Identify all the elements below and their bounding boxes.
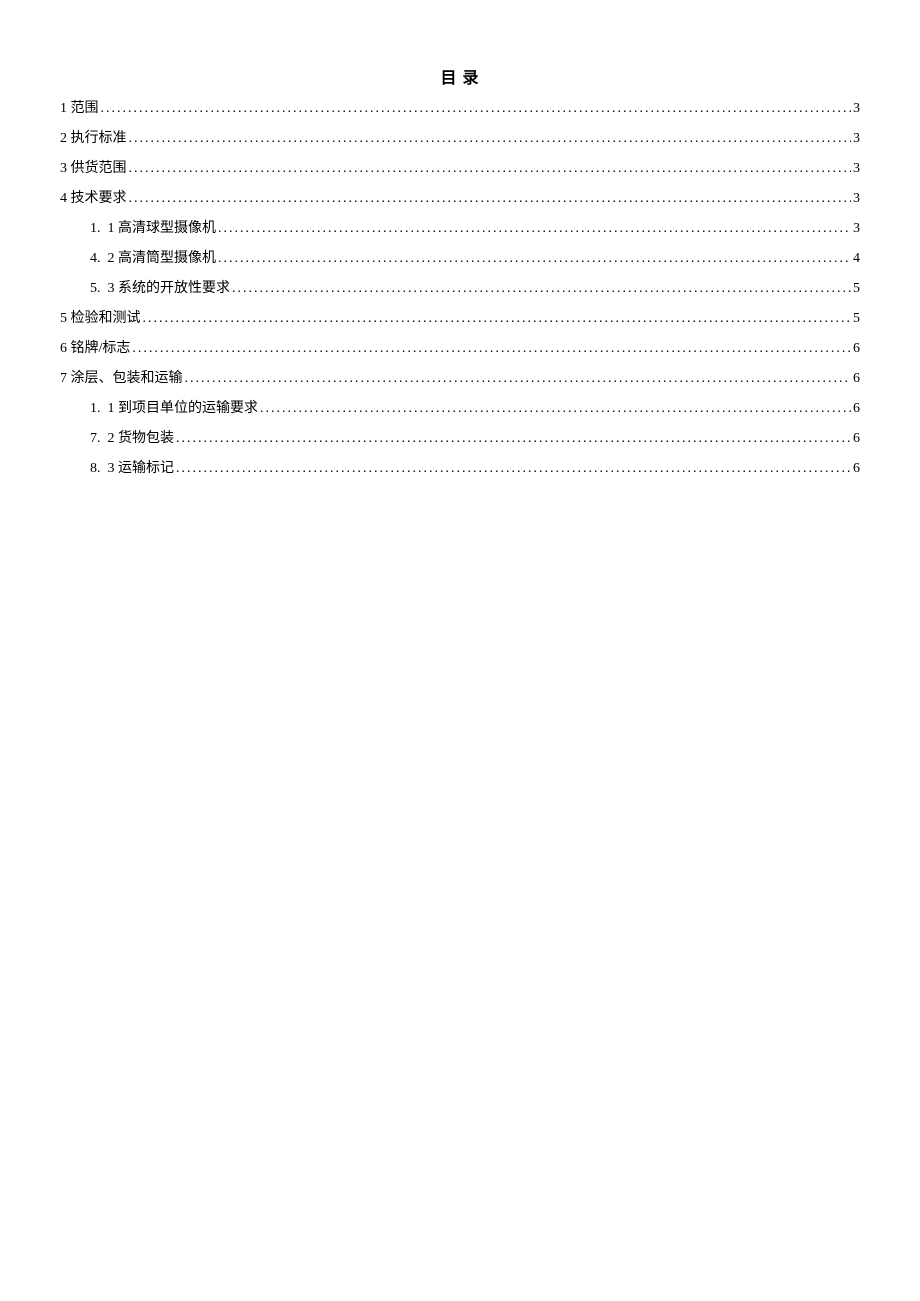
toc-entry-page: 6	[853, 428, 860, 449]
toc-entry-page: 4	[853, 248, 860, 269]
toc-leader: ........................................…	[129, 158, 852, 179]
toc-leader: ........................................…	[176, 428, 851, 449]
toc-entry: 2 执行标准..................................…	[60, 128, 860, 149]
toc-entry-label: 5 检验和测试	[60, 308, 141, 329]
toc-entry-page: 5	[853, 308, 860, 329]
toc-list: 1 范围....................................…	[60, 98, 860, 479]
toc-entry: 4 技术要求..................................…	[60, 188, 860, 209]
toc-entry-page: 6	[853, 368, 860, 389]
toc-leader: ........................................…	[185, 368, 852, 389]
toc-entry: 6 铭牌/标志.................................…	[60, 338, 860, 359]
toc-entry-label: 2 执行标准	[60, 128, 127, 149]
toc-entry: 7. 2 货物包装...............................…	[60, 428, 860, 449]
toc-entry: 3 供货范围..................................…	[60, 158, 860, 179]
toc-entry: 4. 2 高清筒型摄像机............................…	[60, 248, 860, 269]
toc-entry-label: 1. 1 到项目单位的运输要求	[90, 398, 258, 419]
toc-entry: 7 涂层、包装和运输..............................…	[60, 368, 860, 389]
toc-entry-label: 7. 2 货物包装	[90, 428, 174, 449]
toc-entry-page: 6	[853, 398, 860, 419]
toc-entry-label: 5. 3 系统的开放性要求	[90, 278, 230, 299]
toc-entry: 1 范围....................................…	[60, 98, 860, 119]
toc-entry: 5. 3 系统的开放性要求...........................…	[60, 278, 860, 299]
toc-leader: ........................................…	[218, 218, 851, 239]
toc-entry-label: 1 范围	[60, 98, 99, 119]
toc-leader: ........................................…	[132, 338, 851, 359]
toc-entry-label: 1. 1 高清球型摄像机	[90, 218, 216, 239]
toc-entry-page: 3	[853, 218, 860, 239]
toc-entry: 5 检验和测试.................................…	[60, 308, 860, 329]
toc-entry-page: 6	[853, 458, 860, 479]
toc-leader: ........................................…	[143, 308, 852, 329]
document-page: 目 录 1 范围................................…	[0, 0, 920, 479]
toc-entry-label: 8. 3 运输标记	[90, 458, 174, 479]
toc-leader: ........................................…	[260, 398, 851, 419]
toc-leader: ........................................…	[101, 98, 852, 119]
toc-entry: 1. 1 到项目单位的运输要求.........................…	[60, 398, 860, 419]
toc-leader: ........................................…	[129, 188, 852, 209]
toc-entry-label: 3 供货范围	[60, 158, 127, 179]
toc-entry-page: 3	[853, 128, 860, 149]
toc-entry-page: 6	[853, 338, 860, 359]
toc-entry: 8. 3 运输标记...............................…	[60, 458, 860, 479]
toc-entry-label: 6 铭牌/标志	[60, 338, 130, 359]
toc-entry-page: 3	[853, 98, 860, 119]
toc-entry-label: 4 技术要求	[60, 188, 127, 209]
toc-leader: ........................................…	[129, 128, 852, 149]
toc-entry-label: 7 涂层、包装和运输	[60, 368, 183, 389]
toc-entry-page: 3	[853, 158, 860, 179]
toc-leader: ........................................…	[232, 278, 851, 299]
toc-entry-label: 4. 2 高清筒型摄像机	[90, 248, 216, 269]
toc-leader: ........................................…	[218, 248, 851, 269]
toc-entry-page: 3	[853, 188, 860, 209]
toc-entry: 1. 1 高清球型摄像机............................…	[60, 218, 860, 239]
toc-entry-page: 5	[853, 278, 860, 299]
toc-title: 目 录	[60, 64, 860, 88]
toc-leader: ........................................…	[176, 458, 851, 479]
